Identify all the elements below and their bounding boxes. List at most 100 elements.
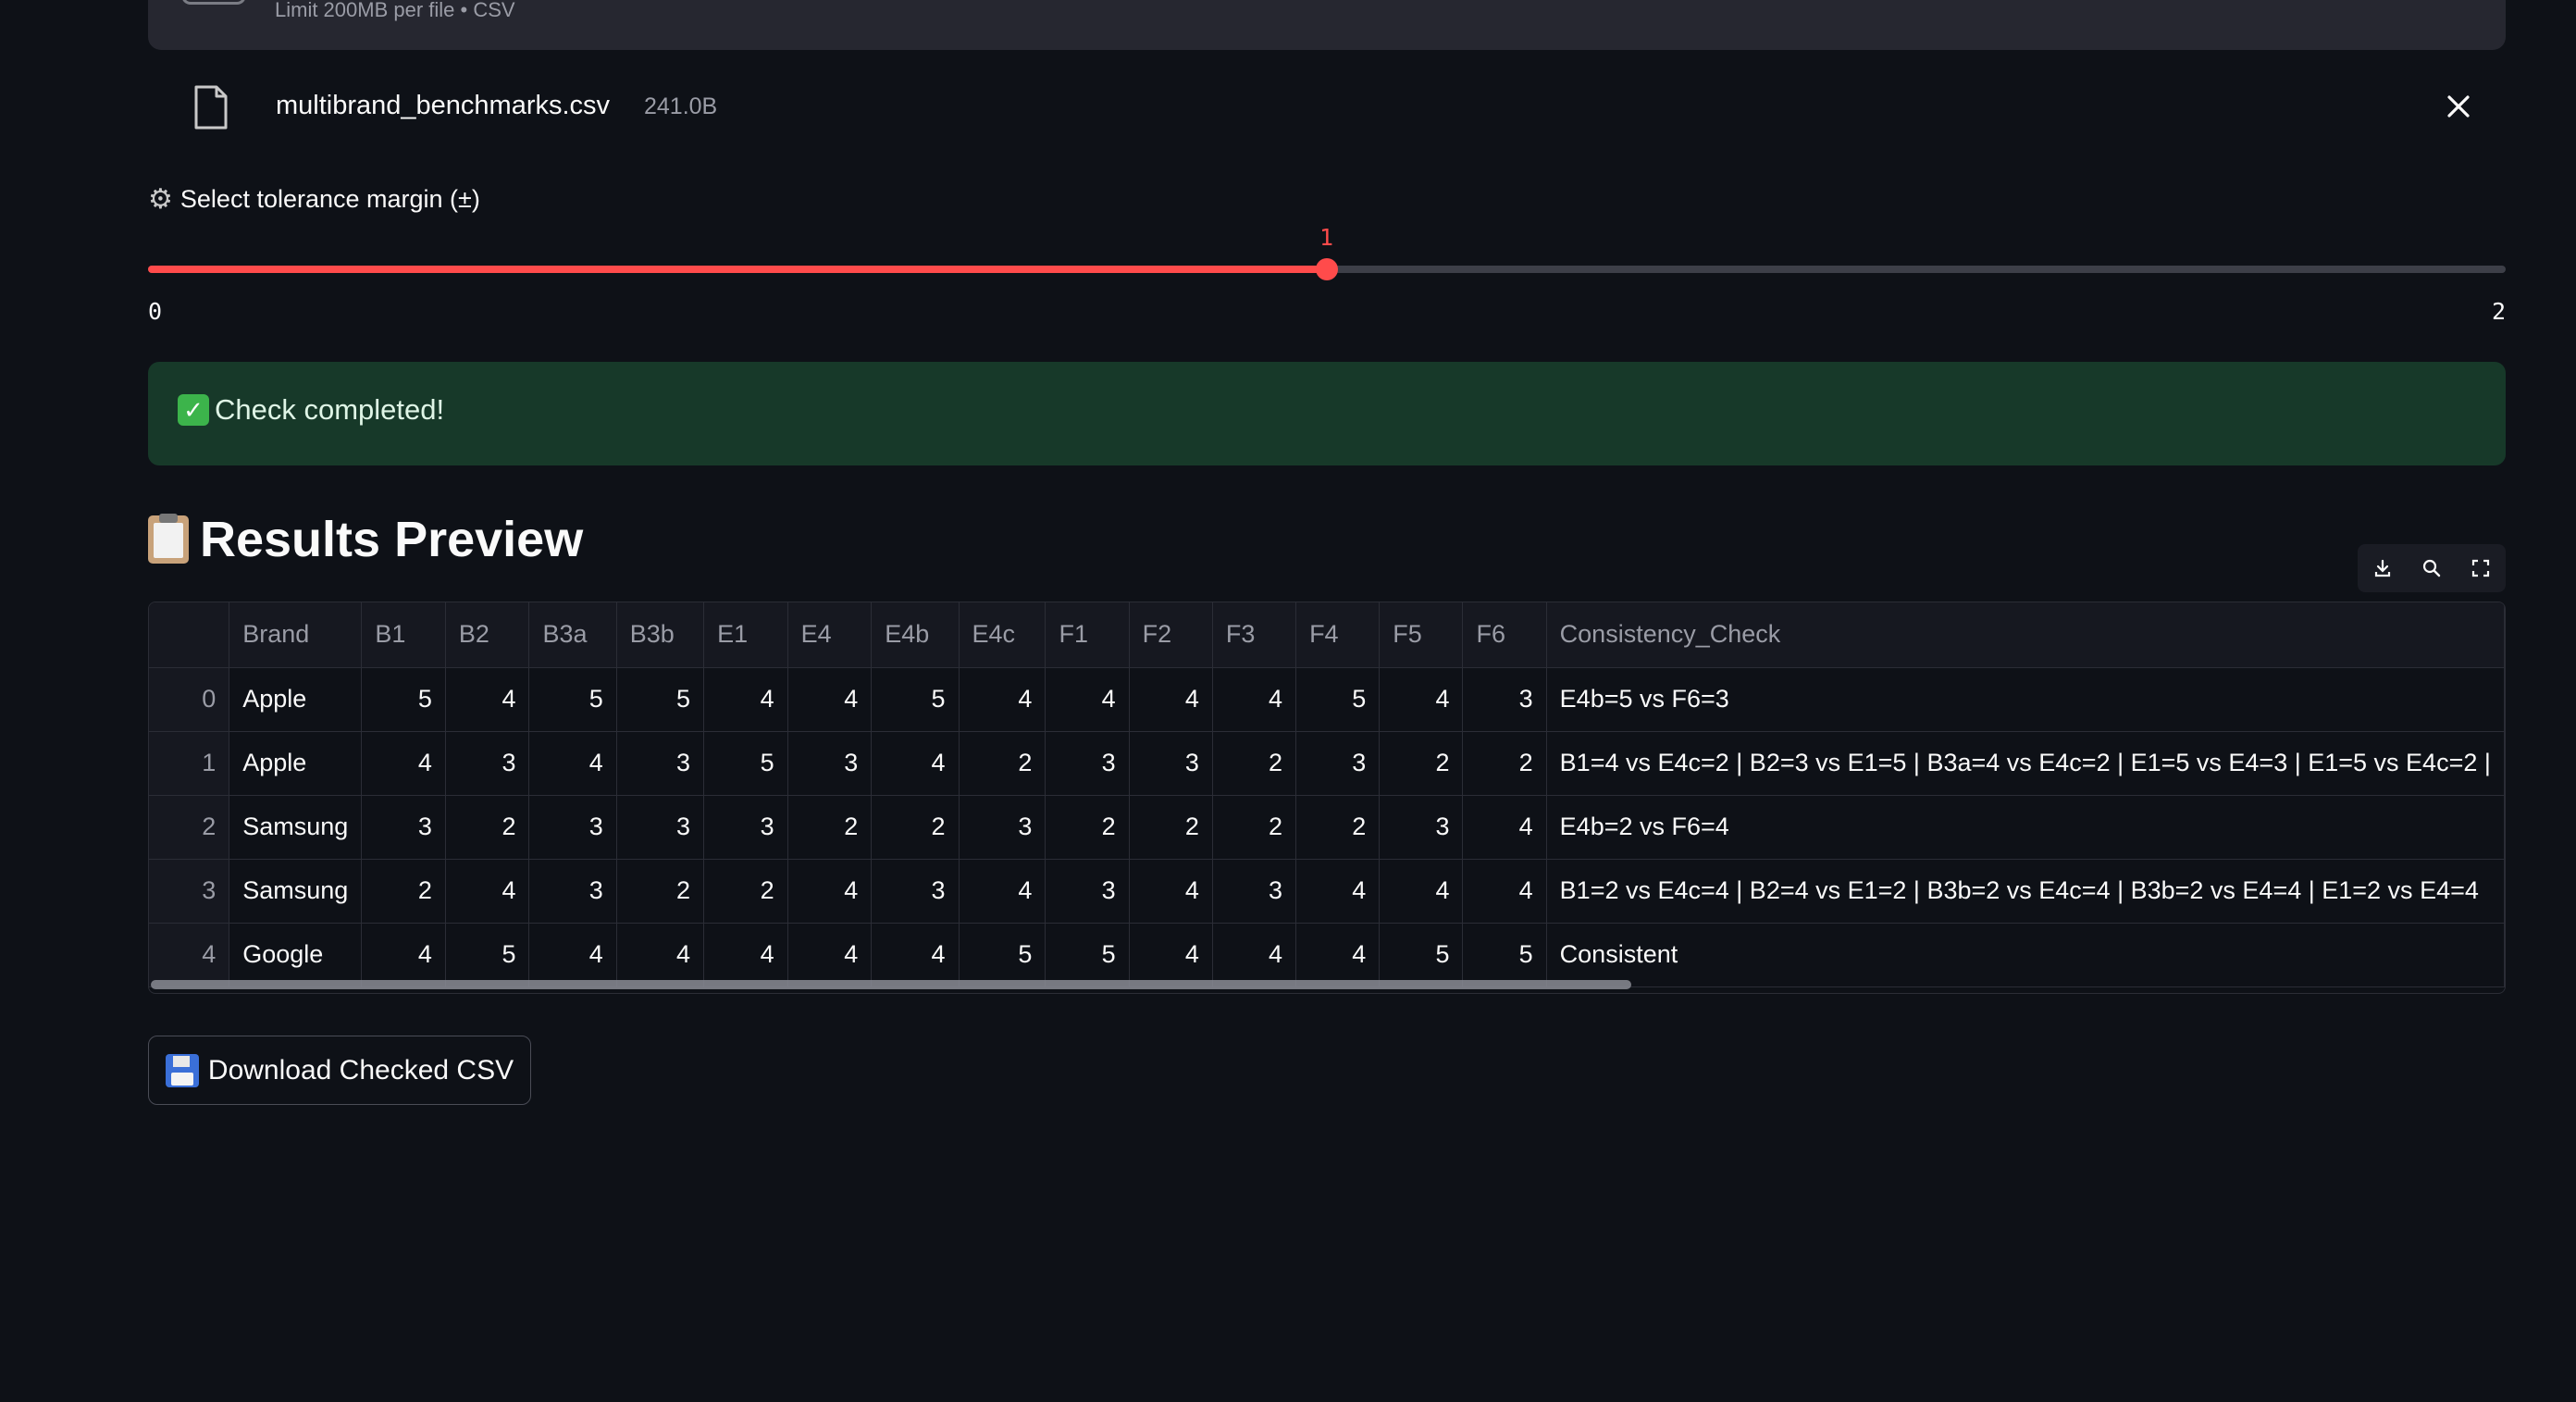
table-cell[interactable]: 3: [616, 731, 705, 796]
table-cell[interactable]: 5: [528, 667, 617, 732]
table-cell[interactable]: 5: [1379, 923, 1464, 987]
column-header[interactable]: B1: [361, 602, 446, 668]
table-cell[interactable]: 2: [1212, 731, 1297, 796]
table-cell[interactable]: 2: [959, 731, 1046, 796]
table-cell[interactable]: 3: [959, 795, 1046, 860]
table-cell[interactable]: 2: [1212, 795, 1297, 860]
row-index-cell[interactable]: 4: [149, 923, 230, 987]
column-header[interactable]: E4: [787, 602, 873, 668]
table-cell[interactable]: 5: [703, 731, 788, 796]
index-column-header[interactable]: [149, 602, 230, 668]
table-cell[interactable]: 4: [787, 923, 873, 987]
table-cell[interactable]: 3: [528, 795, 617, 860]
table-cell[interactable]: 5: [871, 667, 960, 732]
column-header[interactable]: F4: [1295, 602, 1381, 668]
table-cell[interactable]: 3: [616, 795, 705, 860]
column-header[interactable]: E4b: [871, 602, 960, 668]
table-cell[interactable]: 2: [871, 795, 960, 860]
table-cell[interactable]: 2: [1295, 795, 1381, 860]
column-header[interactable]: F3: [1212, 602, 1297, 668]
table-cell[interactable]: 2: [1045, 795, 1130, 860]
table-cell[interactable]: 5: [361, 667, 446, 732]
table-cell[interactable]: 2: [787, 795, 873, 860]
file-uploader-dropzone[interactable]: Limit 200MB per file • CSV: [148, 0, 2506, 50]
table-cell[interactable]: Google: [229, 923, 363, 987]
table-cell[interactable]: 2: [1379, 731, 1464, 796]
column-header[interactable]: F5: [1379, 602, 1464, 668]
table-cell[interactable]: 4: [959, 859, 1046, 924]
table-cell[interactable]: 3: [1045, 859, 1130, 924]
table-cell[interactable]: 5: [959, 923, 1046, 987]
tolerance-slider-track[interactable]: [148, 258, 2506, 280]
table-cell[interactable]: 3: [703, 795, 788, 860]
column-header[interactable]: Brand: [229, 602, 363, 668]
table-cell[interactable]: 4: [871, 923, 960, 987]
table-cell[interactable]: 5: [616, 667, 705, 732]
table-cell[interactable]: 4: [361, 731, 446, 796]
table-cell[interactable]: 3: [528, 859, 617, 924]
table-cell[interactable]: E4b=5 vs F6=3: [1546, 667, 2505, 732]
close-icon[interactable]: [2445, 93, 2472, 120]
table-cell[interactable]: 3: [445, 731, 530, 796]
row-index-cell[interactable]: 1: [149, 731, 230, 796]
table-cell[interactable]: 2: [703, 859, 788, 924]
table-cell[interactable]: 4: [1212, 923, 1297, 987]
slider-thumb[interactable]: [1316, 258, 1338, 280]
table-cell[interactable]: 5: [445, 923, 530, 987]
table-cell[interactable]: 3: [787, 731, 873, 796]
table-cell[interactable]: 3: [871, 859, 960, 924]
column-header[interactable]: E1: [703, 602, 788, 668]
table-cell[interactable]: 3: [1379, 795, 1464, 860]
table-cell[interactable]: 4: [1129, 923, 1213, 987]
table-cell[interactable]: 2: [1129, 795, 1213, 860]
column-header[interactable]: F2: [1129, 602, 1213, 668]
column-header[interactable]: Consistency_Check: [1546, 602, 2505, 668]
column-header[interactable]: B2: [445, 602, 530, 668]
table-cell[interactable]: 4: [1295, 923, 1381, 987]
table-cell[interactable]: Samsung: [229, 859, 363, 924]
table-cell[interactable]: 2: [616, 859, 705, 924]
table-cell[interactable]: 4: [787, 859, 873, 924]
table-cell[interactable]: 2: [445, 795, 530, 860]
row-index-cell[interactable]: 0: [149, 667, 230, 732]
column-header[interactable]: B3b: [616, 602, 705, 668]
table-cell[interactable]: 4: [703, 667, 788, 732]
table-cell[interactable]: 5: [1295, 667, 1381, 732]
table-cell[interactable]: B1=4 vs E4c=2 | B2=3 vs E1=5 | B3a=4 vs …: [1546, 731, 2505, 796]
table-cell[interactable]: 2: [361, 859, 446, 924]
table-cell[interactable]: 4: [445, 859, 530, 924]
table-cell[interactable]: 4: [361, 923, 446, 987]
table-cell[interactable]: 4: [1129, 667, 1213, 732]
column-header[interactable]: E4c: [959, 602, 1046, 668]
table-cell[interactable]: 4: [1462, 795, 1547, 860]
table-cell[interactable]: 3: [1295, 731, 1381, 796]
download-icon[interactable]: [2367, 552, 2398, 584]
table-cell[interactable]: Consistent: [1546, 923, 2505, 987]
table-cell[interactable]: 4: [1129, 859, 1213, 924]
table-cell[interactable]: Apple: [229, 667, 363, 732]
table-cell[interactable]: 4: [871, 731, 960, 796]
table-cell[interactable]: 3: [1462, 667, 1547, 732]
table-cell[interactable]: Apple: [229, 731, 363, 796]
table-cell[interactable]: 4: [1379, 667, 1464, 732]
search-icon[interactable]: [2416, 552, 2447, 584]
table-cell[interactable]: 2: [1462, 731, 1547, 796]
results-dataframe[interactable]: Brand B1 B2 B3a B3b E1 E4 E4b E4c F1 F2 F3 F4 F5 F6 Con…: [148, 602, 2506, 994]
table-cell[interactable]: E4b=2 vs F6=4: [1546, 795, 2505, 860]
table-cell[interactable]: 4: [1212, 667, 1297, 732]
table-cell[interactable]: 4: [703, 923, 788, 987]
download-checked-csv-button[interactable]: Download Checked CSV: [148, 1036, 531, 1105]
table-cell[interactable]: 4: [1045, 667, 1130, 732]
table-cell[interactable]: 4: [787, 667, 873, 732]
table-cell[interactable]: 4: [528, 923, 617, 987]
table-cell[interactable]: 3: [361, 795, 446, 860]
table-cell[interactable]: 4: [616, 923, 705, 987]
row-index-cell[interactable]: 2: [149, 795, 230, 860]
table-cell[interactable]: 4: [959, 667, 1046, 732]
horizontal-scrollbar[interactable]: [151, 980, 1631, 989]
table-cell[interactable]: 4: [1379, 859, 1464, 924]
table-cell[interactable]: 5: [1045, 923, 1130, 987]
table-cell[interactable]: 3: [1212, 859, 1297, 924]
column-header[interactable]: B3a: [528, 602, 617, 668]
column-header[interactable]: F6: [1462, 602, 1547, 668]
